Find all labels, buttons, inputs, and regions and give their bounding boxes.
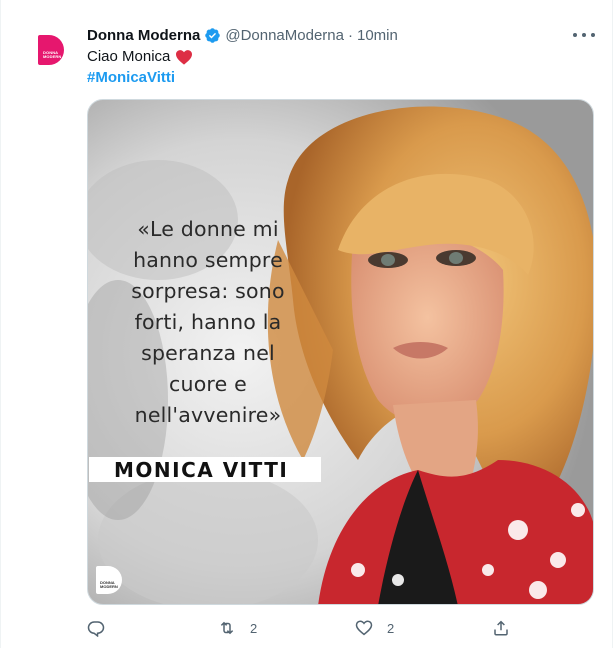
tweet-media[interactable]: «Le donne mi hanno sempre sorpresa: sono… [87,99,594,605]
retweet-icon [220,621,234,635]
quote-line: nell'avvenire» [134,403,282,427]
quote-line: «Le donne mi [137,217,279,241]
tweet-text-content: Ciao Monica [87,48,171,65]
hashtag-link[interactable]: #MonicaVitti [87,68,175,88]
retweet-count: 2 [250,620,258,636]
like-count: 2 [387,620,395,636]
tweet-actions: 2 2 [87,617,594,639]
heart-outline-icon [355,620,373,636]
red-heart-emoji [176,50,193,65]
quote-text: «Le donne mi hanno sempre sorpresa: sono… [102,214,314,431]
avatar[interactable]: DONNA MODERNA [31,30,71,70]
quote-line: cuore e [169,372,247,396]
verified-badge-icon [205,27,221,43]
reply-icon [87,621,105,637]
author-handle[interactable]: @DonnaModerna [225,27,344,44]
quote-line: speranza nel [141,341,275,365]
tweet-header: Donna Moderna @DonnaModerna · 10min [87,25,398,45]
media-logo-text: DONNA MODERNA [100,581,118,589]
quote-line: hanno sempre [133,248,283,272]
quote-line: sorpresa: sono [131,279,285,303]
share-button[interactable] [492,617,510,639]
donna-moderna-logo: DONNA MODERNA [38,35,64,65]
tweet-card[interactable]: DONNA MODERNA Donna Moderna @DonnaModern… [0,0,613,648]
like-button[interactable]: 2 [355,617,394,639]
timestamp[interactable]: 10min [357,27,398,44]
separator-dot: · [347,26,353,44]
quote-line: forti, hanno la [134,310,282,334]
more-dots-icon[interactable] [573,25,595,45]
retweet-button[interactable]: 2 [218,617,257,639]
share-icon [494,620,508,636]
avatar-brand-text: DONNA MODERNA [43,51,61,59]
tweet-text: Ciao Monica [87,47,193,67]
quote-author-name: MONICA VITTI [114,458,289,482]
reply-button[interactable] [87,617,105,639]
author-name[interactable]: Donna Moderna [87,27,200,44]
